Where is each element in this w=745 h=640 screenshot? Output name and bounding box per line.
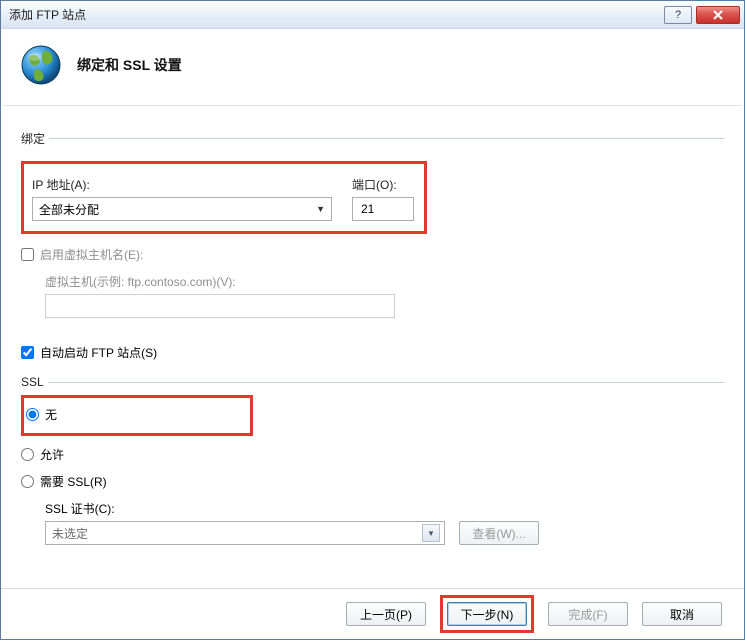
- ssl-require-radio[interactable]: [21, 475, 34, 488]
- vhost-input: [45, 294, 395, 318]
- port-input[interactable]: [359, 201, 407, 217]
- ssl-allow-label: 允许: [40, 446, 64, 463]
- page-title: 绑定和 SSL 设置: [77, 55, 182, 75]
- cancel-button[interactable]: 取消: [642, 602, 722, 626]
- ip-address-label: IP 地址(A):: [32, 176, 332, 193]
- ssl-cert-value: 未选定: [52, 525, 88, 542]
- binding-legend: 绑定: [21, 130, 49, 147]
- ssl-none-label: 无: [45, 406, 57, 423]
- ip-address-value: 全部未分配: [39, 201, 99, 218]
- port-label: 端口(O):: [352, 176, 414, 193]
- close-button[interactable]: [696, 6, 740, 24]
- vhost-hint-label: 虚拟主机(示例: ftp.contoso.com)(V):: [45, 273, 724, 290]
- close-icon: [712, 10, 724, 20]
- ssl-allow-radio[interactable]: [21, 448, 34, 461]
- dialog-window: 添加 FTP 站点 ? 绑定和 SSL 设置: [0, 0, 745, 640]
- ssl-cert-combo[interactable]: 未选定 ▼: [45, 521, 445, 545]
- finish-button: 完成(F): [548, 602, 628, 626]
- dialog-body: 绑定 IP 地址(A): 全部未分配 ▼ 端口(O):: [1, 120, 744, 588]
- auto-start-label: 自动启动 FTP 站点(S): [40, 344, 157, 361]
- titlebar: 添加 FTP 站点 ?: [1, 1, 744, 29]
- window-title: 添加 FTP 站点: [9, 6, 660, 23]
- globe-icon: [19, 43, 63, 87]
- next-button[interactable]: 下一步(N): [447, 602, 527, 626]
- auto-start-checkbox[interactable]: [21, 346, 34, 359]
- ssl-require-label: 需要 SSL(R): [40, 473, 107, 490]
- header-divider: [3, 105, 742, 106]
- chevron-down-icon: ▼: [422, 524, 440, 542]
- highlight-binding: IP 地址(A): 全部未分配 ▼ 端口(O):: [21, 161, 427, 234]
- binding-group: 绑定 IP 地址(A): 全部未分配 ▼ 端口(O):: [21, 130, 724, 322]
- ssl-cert-label: SSL 证书(C):: [45, 500, 724, 517]
- ssl-none-radio[interactable]: [26, 408, 39, 421]
- ssl-group: SSL 无 允许 需要 SSL(R) SSL 证书(C): 未选定 ▼: [21, 375, 724, 549]
- highlight-next: 下一步(N): [440, 595, 534, 633]
- enable-vhost-label: 启用虚拟主机名(E):: [40, 246, 143, 263]
- help-button[interactable]: ?: [664, 6, 692, 24]
- chevron-down-icon: ▼: [316, 204, 325, 214]
- highlight-ssl-none: 无: [21, 395, 253, 436]
- port-input-wrapper: [352, 197, 414, 221]
- ssl-legend: SSL: [21, 375, 48, 389]
- ip-address-combo[interactable]: 全部未分配 ▼: [32, 197, 332, 221]
- enable-vhost-row: 启用虚拟主机名(E):: [21, 246, 724, 263]
- view-cert-button: 查看(W)...: [459, 521, 539, 545]
- enable-vhost-checkbox[interactable]: [21, 248, 34, 261]
- prev-button[interactable]: 上一页(P): [346, 602, 426, 626]
- auto-start-row: 自动启动 FTP 站点(S): [21, 344, 724, 361]
- dialog-header: 绑定和 SSL 设置: [1, 29, 744, 105]
- dialog-footer: 上一页(P) 下一步(N) 完成(F) 取消: [1, 589, 744, 639]
